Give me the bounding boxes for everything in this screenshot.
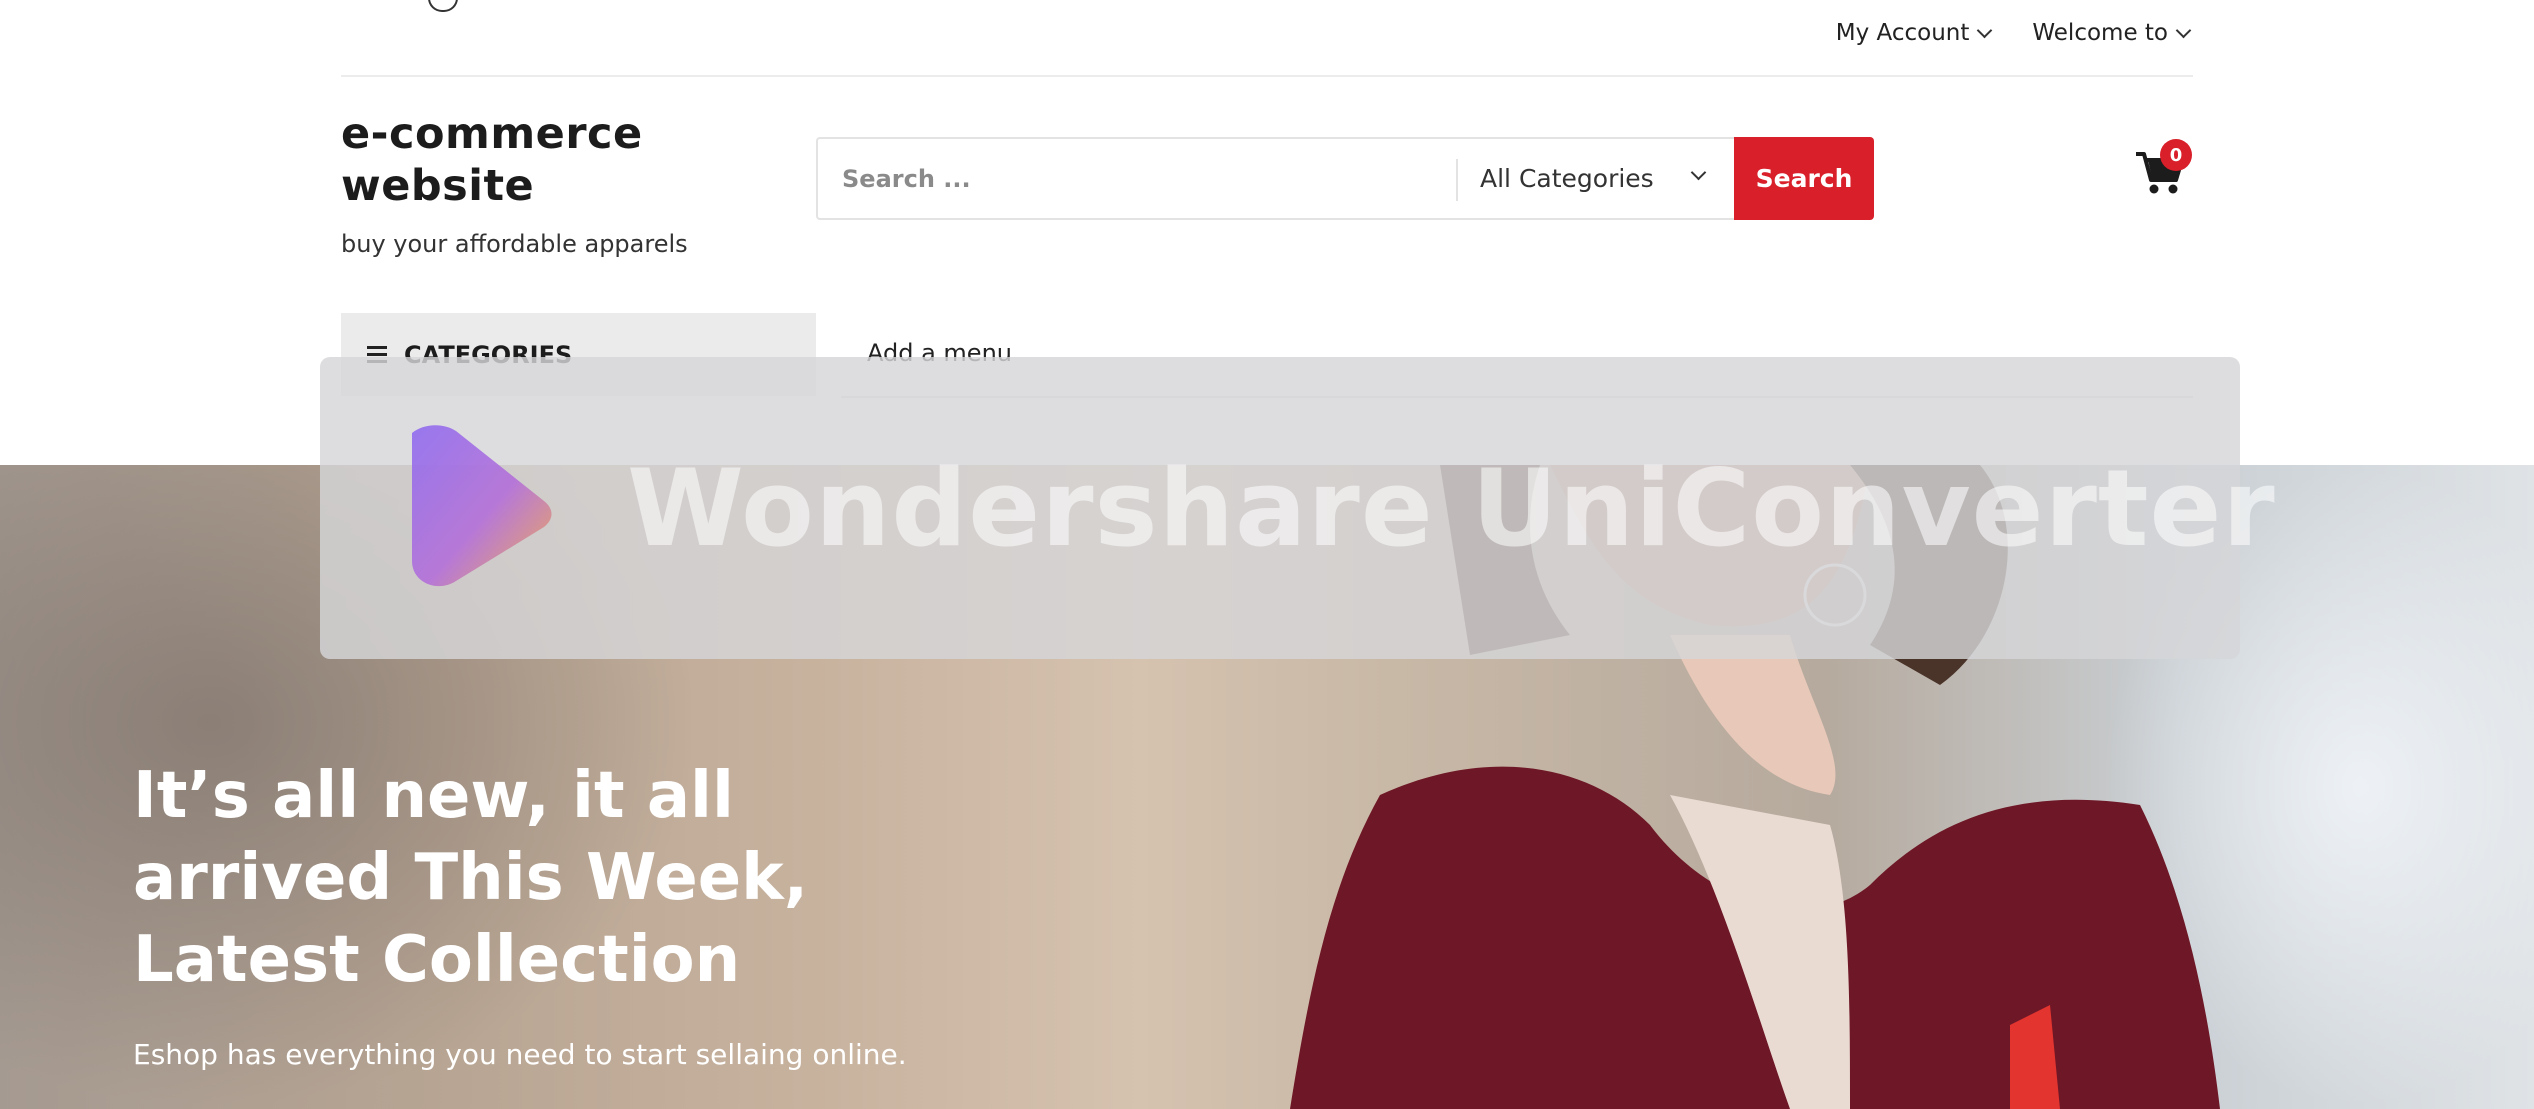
- top-links: My Account Welcome to: [1835, 20, 2192, 46]
- chevron-down-icon: [1690, 164, 1707, 181]
- site-title[interactable]: e-commerce website: [341, 108, 671, 212]
- welcome-label: Welcome to: [2032, 20, 2168, 46]
- category-select-value: All Categories: [1480, 164, 1654, 193]
- watermark-overlay: Wondershare UniConverter: [320, 357, 2275, 659]
- search-input[interactable]: [816, 137, 1456, 220]
- watermark-text: Wondershare UniConverter: [627, 447, 2276, 570]
- my-account-label: My Account: [1835, 20, 1970, 46]
- chevron-down-icon: [1977, 22, 1993, 38]
- top-bar: My Account Welcome to: [341, 0, 2193, 77]
- cart-count-badge: 0: [2160, 139, 2192, 171]
- search-form: All Categories Search: [816, 137, 1874, 220]
- site-tagline: buy your affordable apparels: [341, 230, 688, 258]
- hero-subtitle: Eshop has everything you need to start s…: [133, 1038, 907, 1071]
- welcome-menu[interactable]: Welcome to: [2032, 20, 2192, 46]
- my-account-menu[interactable]: My Account: [1835, 20, 1993, 46]
- hero-title: It’s all new, it all arrived This Week, …: [133, 759, 808, 997]
- site-branding: e-commerce website buy your affordable a…: [341, 108, 688, 258]
- category-select[interactable]: All Categories: [1456, 137, 1734, 220]
- search-button[interactable]: Search: [1734, 137, 1874, 220]
- uniconverter-logo-icon: [412, 425, 552, 587]
- chevron-down-icon: [2175, 22, 2192, 38]
